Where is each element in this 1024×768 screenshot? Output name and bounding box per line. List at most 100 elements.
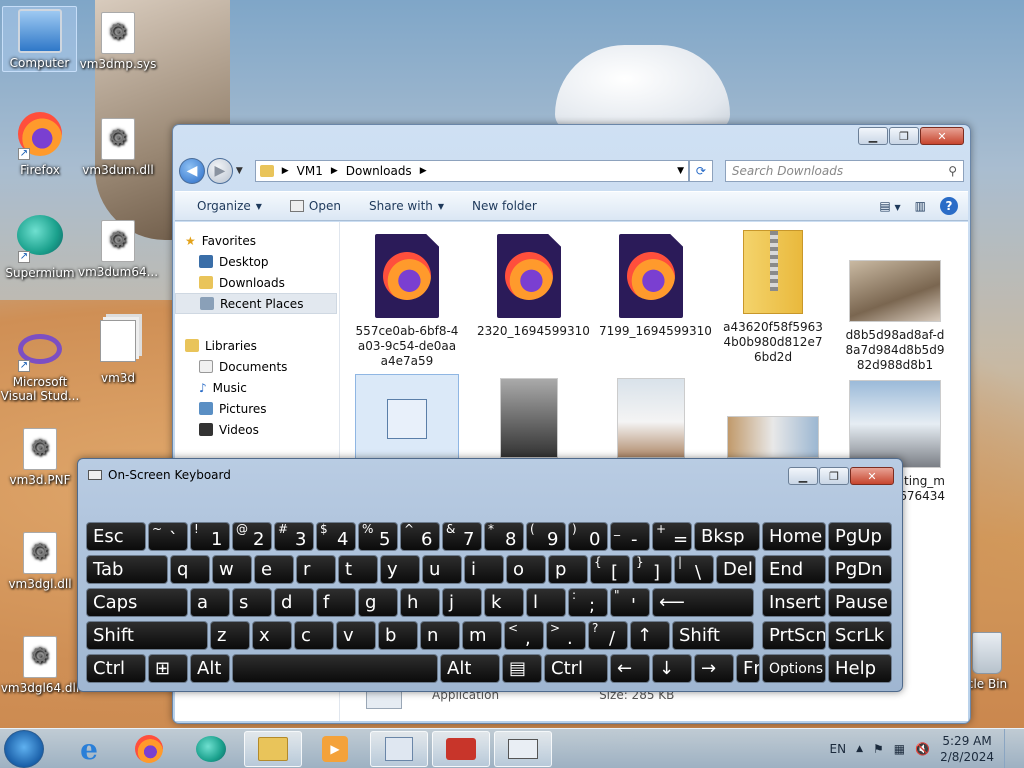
key-3[interactable]: #3 xyxy=(274,522,314,551)
key-9[interactable]: (9 xyxy=(526,522,566,551)
key-3d[interactable]: + = xyxy=(652,522,692,551)
key-del[interactable]: Del xyxy=(716,555,756,584)
back-button[interactable]: ◀ xyxy=(179,158,205,184)
maximize-button[interactable]: ❐ xyxy=(889,127,919,145)
breadcrumb-vm1[interactable]: VM1 xyxy=(297,164,323,178)
taskbar-app[interactable] xyxy=(370,731,428,767)
forward-button[interactable]: ▶ xyxy=(206,158,233,184)
key-scrlk[interactable]: ScrLk xyxy=(828,621,892,650)
nav-documents[interactable]: Documents xyxy=(175,356,339,377)
key-shift[interactable]: Shift xyxy=(86,621,208,650)
key-2c[interactable]: <, xyxy=(504,621,544,650)
file-item[interactable]: 557ce0ab-6bf8-4a03-9c54-de0aaa4e7a59 xyxy=(355,234,459,369)
search-input[interactable]: Search Downloads ⚲ xyxy=(724,160,964,182)
minimize-button[interactable]: ▁ xyxy=(858,127,888,145)
key-y[interactable]: y xyxy=(380,555,420,584)
desktop-icon-supermium[interactable]: ↗ Supermium xyxy=(0,215,80,280)
key-s[interactable]: s xyxy=(232,588,272,617)
key-home[interactable]: Home xyxy=(762,522,826,551)
close-button[interactable]: ✕ xyxy=(920,127,964,145)
key-options[interactable]: Options xyxy=(762,654,826,683)
key-pause[interactable]: Pause xyxy=(828,588,892,617)
key-4[interactable]: $4 xyxy=(316,522,356,551)
key-w[interactable]: w xyxy=(212,555,252,584)
osk-close-button[interactable]: ✕ xyxy=(850,467,894,485)
file-item[interactable] xyxy=(721,416,825,464)
key-shift[interactable]: Shift xyxy=(672,621,754,650)
taskbar-firefox[interactable] xyxy=(120,731,178,767)
key-5c[interactable]: | \ xyxy=(674,555,714,584)
desktop-icon-vm3d-pnf[interactable]: ⚙ vm3d.PNF xyxy=(0,428,80,487)
key-7[interactable]: & 7 xyxy=(442,522,482,551)
key-j[interactable]: j xyxy=(442,588,482,617)
address-bar[interactable]: ▶ VM1 ▶ Downloads ▶ ▼ xyxy=(254,160,689,182)
key-alt[interactable]: Alt xyxy=(190,654,230,683)
key-p[interactable]: p xyxy=(548,555,588,584)
taskbar-media-player[interactable]: ▶ xyxy=(306,731,364,767)
key-t[interactable]: t xyxy=(338,555,378,584)
desktop-icon-vm3dgl[interactable]: ⚙ vm3dgl.dll xyxy=(0,532,80,591)
key-b[interactable]: b xyxy=(378,621,418,650)
key-5d[interactable]: }] xyxy=(632,555,672,584)
key-z[interactable]: z xyxy=(210,621,250,650)
start-button[interactable] xyxy=(4,730,44,768)
key-2193[interactable]: ↓ xyxy=(652,654,692,683)
desktop-icon-vm3dum64[interactable]: ⚙ vm3dum64... xyxy=(78,220,158,279)
clock[interactable]: 5:29 AM 2/8/2024 xyxy=(940,733,994,765)
key-2e[interactable]: >. xyxy=(546,621,586,650)
key-q[interactable]: q xyxy=(170,555,210,584)
key-a[interactable]: a xyxy=(190,588,230,617)
key-l[interactable]: l xyxy=(526,588,566,617)
key-end[interactable]: End xyxy=(762,555,826,584)
key-8[interactable]: * 8 xyxy=(484,522,524,551)
taskbar-explorer[interactable] xyxy=(244,731,302,767)
nav-libraries[interactable]: Libraries xyxy=(175,335,339,356)
file-item[interactable]: d8b5d98ad8af-d8a7d984d8b5d982d988d8b1 xyxy=(843,260,947,373)
open-button[interactable]: Open xyxy=(289,199,341,213)
nav-desktop[interactable]: Desktop xyxy=(175,251,339,272)
key-r[interactable]: r xyxy=(296,555,336,584)
osk-minimize-button[interactable]: ▁ xyxy=(788,467,818,485)
key-o[interactable]: o xyxy=(506,555,546,584)
key-alt[interactable]: Alt xyxy=(440,654,500,683)
key-h[interactable]: h xyxy=(400,588,440,617)
key-5b[interactable]: {[ xyxy=(590,555,630,584)
key-prtscn[interactable]: PrtScn xyxy=(762,621,826,650)
show-desktop-button[interactable] xyxy=(1004,729,1016,768)
taskbar-toolbox[interactable] xyxy=(432,731,490,767)
key-bksp[interactable]: Bksp xyxy=(694,522,760,551)
key-pgdn[interactable]: PgDn xyxy=(828,555,892,584)
key-u[interactable]: u xyxy=(422,555,462,584)
address-dropdown-icon[interactable]: ▼ xyxy=(677,166,684,176)
help-icon[interactable]: ? xyxy=(940,197,958,215)
on-screen-keyboard-window[interactable]: On-Screen Keyboard ▁ ❐ ✕ Esc ~ `! 1 @2 #3 $4% 5… xyxy=(77,458,903,692)
organize-button[interactable]: Organize ▼ xyxy=(197,199,262,213)
file-item-selected[interactable] xyxy=(355,374,459,464)
key-esc[interactable]: Esc xyxy=(86,522,146,551)
key-1[interactable]: ! 1 xyxy=(190,522,230,551)
file-item[interactable] xyxy=(599,378,703,464)
desktop-icon-vm3dgl64[interactable]: ⚙ vm3dgl64.dll xyxy=(0,636,80,695)
refresh-button[interactable]: ⟳ xyxy=(689,160,713,182)
key-ctrl[interactable]: Ctrl xyxy=(86,654,146,683)
key-27f5[interactable]: ⟵ xyxy=(652,588,754,617)
recent-pages-dropdown-icon[interactable]: ▼ xyxy=(236,166,243,176)
key-g[interactable]: g xyxy=(358,588,398,617)
key-2192[interactable]: → xyxy=(694,654,734,683)
show-hidden-icons-icon[interactable]: ▲ xyxy=(856,744,863,754)
key-5[interactable]: % 5 xyxy=(358,522,398,551)
nav-favorites[interactable]: ★ Favorites xyxy=(175,230,339,251)
desktop-icon-vm3d[interactable]: vm3d xyxy=(78,320,158,385)
desktop-icon-vm3dmp[interactable]: ⚙ vm3dmp.sys xyxy=(78,12,158,71)
network-icon[interactable]: ▦ xyxy=(894,742,905,756)
key-25a4[interactable]: ▤ xyxy=(502,654,542,683)
key-2[interactable]: @2 xyxy=(232,522,272,551)
nav-recent-places[interactable]: Recent Places xyxy=(175,293,337,314)
taskbar-supermium[interactable] xyxy=(182,731,240,767)
key-v[interactable]: v xyxy=(336,621,376,650)
desktop-icon-firefox[interactable]: ↗ Firefox xyxy=(0,112,80,177)
taskbar-ie[interactable]: e xyxy=(60,731,118,767)
key-f[interactable]: f xyxy=(316,588,356,617)
file-item[interactable] xyxy=(477,378,581,464)
key-fn[interactable]: Fn xyxy=(736,654,760,683)
